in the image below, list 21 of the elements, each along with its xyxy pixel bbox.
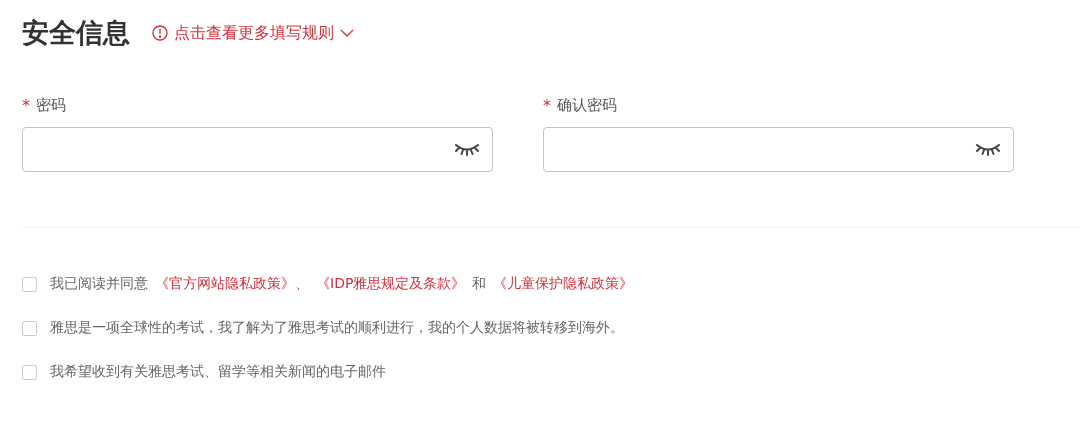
agreement-text: 雅思是一项全球性的考试，我了解为了雅思考试的顺利进行，我的个人数据将被转移到海外。: [50, 319, 624, 337]
policy-link[interactable]: 《儿童保护隐私政策》: [493, 275, 634, 293]
agreement-text: 和: [472, 275, 487, 293]
required-mark: *: [22, 95, 30, 115]
agreement-text: 我希望收到有关雅思考试、留学等相关新闻的电子邮件: [50, 363, 386, 381]
field-label: 密码: [36, 95, 66, 115]
closed-eye-icon[interactable]: [454, 142, 480, 157]
field-label: 确认密码: [557, 95, 617, 115]
checkbox[interactable]: [22, 364, 37, 380]
policy-link[interactable]: 《官方网站隐私政策》、: [155, 275, 309, 293]
checkbox[interactable]: [22, 276, 37, 292]
section-title: 安全信息: [22, 16, 130, 50]
password-field[interactable]: [22, 127, 493, 172]
info-icon: [152, 25, 168, 41]
password-field[interactable]: [543, 127, 1014, 172]
agreement-text: 我已阅读并同意: [50, 275, 148, 293]
closed-eye-icon[interactable]: [975, 142, 1001, 157]
checkbox[interactable]: [22, 320, 37, 336]
policy-link[interactable]: 《IDP雅思规定及条款》: [316, 275, 466, 293]
required-mark: *: [543, 95, 551, 115]
rules-link[interactable]: 点击查看更多填写规则: [152, 22, 354, 44]
